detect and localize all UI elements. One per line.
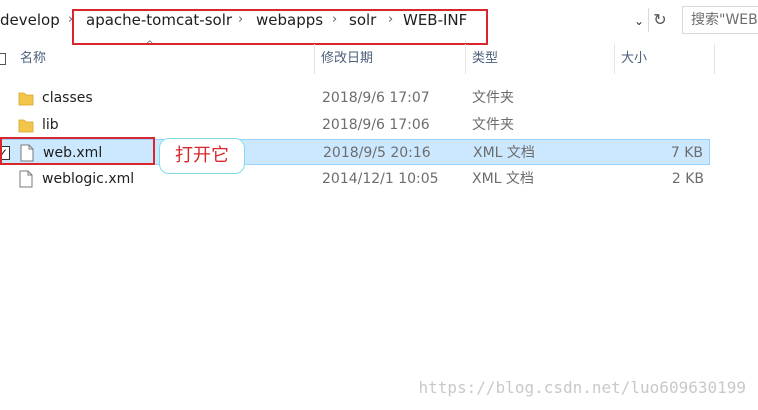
refresh-icon[interactable]: ↻ (648, 8, 671, 32)
column-header-name[interactable]: 名称 (14, 44, 314, 74)
address-history-dropdown-icon[interactable]: ⌄ (630, 10, 648, 30)
file-name: classes (42, 90, 93, 106)
breadcrumb-develop[interactable]: develop (0, 10, 60, 30)
column-header-row: 名称 修改日期 类型 大小 (0, 44, 758, 74)
folder-icon (18, 92, 34, 106)
column-divider[interactable] (714, 44, 715, 74)
file-date: 2014/12/1 10:05 (322, 171, 439, 187)
file-size: 7 KB (670, 145, 703, 161)
file-type: XML 文档 (473, 145, 535, 161)
file-size: 2 KB (671, 171, 704, 187)
file-name: weblogic.xml (42, 171, 135, 187)
file-row[interactable]: lib 2018/9/6 17:06 文件夹 (0, 112, 710, 138)
file-date: 2018/9/6 17:07 (322, 90, 430, 106)
file-type: 文件夹 (472, 90, 514, 106)
search-placeholder: 搜索"WEB-INF" (691, 12, 758, 28)
watermark: https://blog.csdn.net/luo609630199 (418, 378, 746, 397)
file-row[interactable]: weblogic.xml 2014/12/1 10:05 XML 文档 2 KB (0, 166, 710, 192)
search-input[interactable]: 搜索"WEB-INF" (682, 6, 758, 34)
callout-label: 打开它 (159, 138, 245, 174)
file-annotation-box (0, 137, 155, 165)
column-header-date[interactable]: 修改日期 (315, 44, 465, 74)
file-row[interactable]: classes 2018/9/6 17:07 文件夹 (0, 85, 710, 111)
breadcrumb-annotation-box (72, 9, 488, 45)
file-type: 文件夹 (472, 117, 514, 133)
file-name: lib (42, 117, 59, 133)
select-all-checkbox[interactable] (0, 53, 6, 65)
file-date: 2018/9/5 20:16 (323, 145, 431, 161)
column-header-size[interactable]: 大小 (615, 44, 715, 74)
folder-icon (18, 119, 34, 133)
column-header-type[interactable]: 类型 (466, 44, 614, 74)
document-icon (19, 170, 33, 188)
file-type: XML 文档 (472, 171, 534, 187)
file-date: 2018/9/6 17:06 (322, 117, 430, 133)
